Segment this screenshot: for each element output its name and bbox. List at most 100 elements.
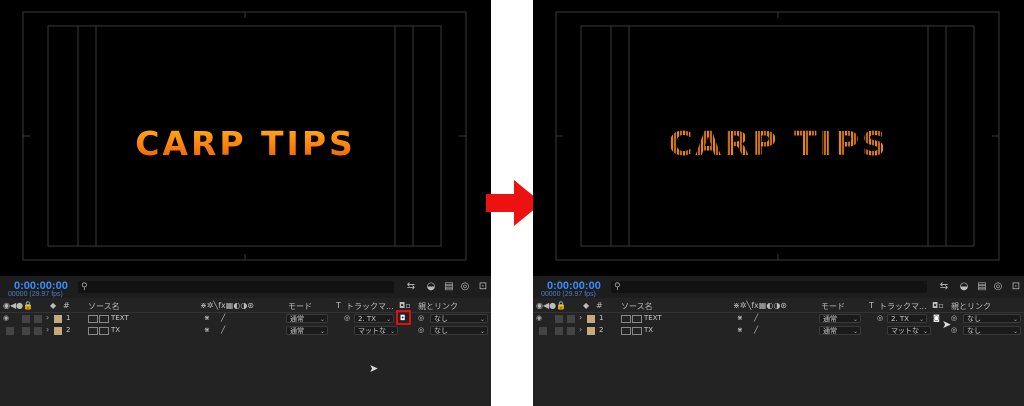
search-input[interactable]: ⚲ <box>78 281 394 293</box>
solo-icon[interactable] <box>555 315 563 323</box>
text-layer-icon <box>88 315 98 323</box>
track-matte-header[interactable]: トラックマ... <box>879 301 927 312</box>
mode-dropdown[interactable]: 通常 ⌄ <box>286 314 328 323</box>
solo-icon[interactable] <box>555 327 563 335</box>
track-matte-dropdown[interactable]: 2. TX ⌄ <box>354 314 394 323</box>
column-headers: ◉◀●🔒 ◆ # ソース名 ⋇✲╲fx▦◐◑⊛ モード T トラックマ... ◘… <box>533 300 1024 312</box>
text-layer-icon <box>99 327 109 335</box>
t-header: T <box>869 301 874 310</box>
label-swatch[interactable] <box>587 327 595 335</box>
matte-icons: ◘▫ <box>932 301 944 310</box>
track-matte-header[interactable]: トラックマ... <box>346 301 394 312</box>
pickwhip-icon[interactable]: ◎ <box>418 326 424 334</box>
shy-icon[interactable]: ⋇ <box>737 314 743 322</box>
mode-header[interactable]: モード <box>821 301 845 312</box>
label-swatch[interactable] <box>54 315 62 323</box>
eye-icon[interactable]: ◉ <box>536 314 542 322</box>
pickwhip-icon[interactable]: ◎ <box>418 314 424 322</box>
comp-mini-flowchart-icon[interactable]: ⇆ <box>404 281 418 293</box>
layer-row[interactable]: ◉ › 1 TEXT ⋇ ╱ 通常 ⌄ ◎ 2. TX ⌄ ◘ ◎ なし ⌄ <box>0 313 491 325</box>
frame-blending-icon[interactable]: ▤ <box>442 281 456 293</box>
layer-number: 1 <box>66 314 71 322</box>
parent-dropdown[interactable]: なし ⌄ <box>963 326 1021 335</box>
frame-blending-icon[interactable]: ▤ <box>975 281 989 293</box>
label-swatch[interactable] <box>54 327 62 335</box>
cursor-icon: ➤ <box>942 318 952 331</box>
eye-icon[interactable] <box>6 327 14 335</box>
twirl-icon[interactable]: › <box>579 313 582 322</box>
search-input[interactable]: ⚲ <box>611 281 927 293</box>
comp-mini-flowchart-icon[interactable]: ⇆ <box>937 281 951 293</box>
highlight-box <box>396 310 411 325</box>
layer-name[interactable]: TEXT <box>644 314 662 322</box>
matte-invert-icon[interactable]: ◙ <box>933 314 940 322</box>
lock-icon[interactable] <box>567 327 575 335</box>
composition-title: CARP TIPS <box>533 124 1024 163</box>
parent-dropdown[interactable]: なし ⌄ <box>430 314 488 323</box>
solo-icon[interactable] <box>22 315 30 323</box>
lock-icon[interactable] <box>567 315 575 323</box>
motion-blur-icon[interactable]: ◎ <box>458 281 472 293</box>
quality-icon[interactable]: ╱ <box>221 326 225 334</box>
parent-dropdown[interactable]: なし ⌄ <box>963 314 1021 323</box>
text-layer-icon <box>632 315 642 323</box>
pickwhip-icon[interactable]: ◎ <box>951 314 957 322</box>
text-layer-icon <box>621 327 631 335</box>
twirl-icon[interactable]: › <box>579 325 582 334</box>
text-layer-icon <box>632 327 642 335</box>
twirl-icon[interactable]: › <box>46 313 49 322</box>
frame-rate: 00000 (29.97 fps) <box>541 291 596 298</box>
motion-blur-icon[interactable]: ◎ <box>991 281 1005 293</box>
quality-icon[interactable]: ╱ <box>754 314 758 322</box>
draft-3d-icon[interactable]: ◒ <box>957 281 971 293</box>
source-name-header[interactable]: ソース名 <box>88 301 120 312</box>
label-swatch[interactable] <box>587 315 595 323</box>
pickwhip-icon[interactable]: ◎ <box>951 326 957 334</box>
parent-dropdown[interactable]: なし ⌄ <box>430 326 488 335</box>
quality-icon[interactable]: ╱ <box>754 326 758 334</box>
mode-dropdown[interactable]: 通常 ⌄ <box>819 314 861 323</box>
timeline-toolbar: 0:00:00:00 00000 (29.97 fps) ⚲ ⇆ ◒ ▤ ◎ ⊡ <box>0 276 491 298</box>
parent-link-header[interactable]: 親とリンク <box>418 301 458 312</box>
track-matte-dropdown[interactable]: 2. TX ⌄ <box>887 314 927 323</box>
mode-dropdown[interactable]: 通常 ⌄ <box>286 326 328 335</box>
timeline-toolbar: 0:00:00:00 00000 (29.97 fps) ⚲ ⇆ ◒ ▤ ◎ ⊡ <box>533 276 1024 298</box>
preserve-transparency-icon[interactable]: ◎ <box>344 314 350 322</box>
source-name-header[interactable]: ソース名 <box>621 301 653 312</box>
layer-number: 2 <box>599 326 604 334</box>
graph-editor-icon[interactable]: ⊡ <box>476 281 490 293</box>
track-matte-dropdown[interactable]: マットな ⌄ <box>354 326 398 335</box>
shy-icon[interactable]: ⋇ <box>204 314 210 322</box>
composition-viewer[interactable]: CARP TIPS <box>533 0 1024 272</box>
preserve-transparency-icon[interactable]: ◎ <box>877 314 883 322</box>
lock-icon[interactable] <box>34 315 42 323</box>
shy-icon[interactable]: ⋇ <box>737 326 743 334</box>
draft-3d-icon[interactable]: ◒ <box>424 281 438 293</box>
composition-viewer[interactable]: CARP TIPS <box>0 0 491 272</box>
graph-editor-icon[interactable]: ⊡ <box>1009 281 1023 293</box>
layer-number: 2 <box>66 326 71 334</box>
twirl-icon[interactable]: › <box>46 325 49 334</box>
eye-icon[interactable]: ◉ <box>3 314 9 322</box>
mode-dropdown[interactable]: 通常 ⌄ <box>819 326 861 335</box>
layer-name[interactable]: TX <box>111 326 120 334</box>
layer-name[interactable]: TX <box>644 326 653 334</box>
eye-icon[interactable] <box>539 327 547 335</box>
mode-header[interactable]: モード <box>288 301 312 312</box>
shy-icon[interactable]: ⋇ <box>204 326 210 334</box>
panel-before: CARP TIPS 0:00:00:00 00000 (29.97 fps) ⚲… <box>0 0 491 406</box>
quality-icon[interactable]: ╱ <box>221 314 225 322</box>
matte-icons: ◘▫ <box>399 301 411 310</box>
t-header: T <box>336 301 341 310</box>
track-matte-dropdown[interactable]: マットな ⌄ <box>887 326 931 335</box>
timeline-panel: 0:00:00:00 00000 (29.97 fps) ⚲ ⇆ ◒ ▤ ◎ ⊡… <box>533 276 1024 406</box>
search-icon: ⚲ <box>81 282 88 292</box>
layer-row[interactable]: › 2 TX ⋇ ╱ 通常 ⌄ マットな ⌄ ◎ なし ⌄ <box>0 325 491 337</box>
parent-link-header[interactable]: 親とリンク <box>951 301 991 312</box>
composition-title: CARP TIPS <box>0 124 491 163</box>
text-layer-icon <box>99 315 109 323</box>
layer-name[interactable]: TEXT <box>111 314 129 322</box>
lock-icon[interactable] <box>34 327 42 335</box>
column-headers: ◉◀●🔒 ◆ # ソース名 ⋇✲╲fx▦◐◑⊛ モード T トラックマ... ◘… <box>0 300 491 312</box>
solo-icon[interactable] <box>22 327 30 335</box>
